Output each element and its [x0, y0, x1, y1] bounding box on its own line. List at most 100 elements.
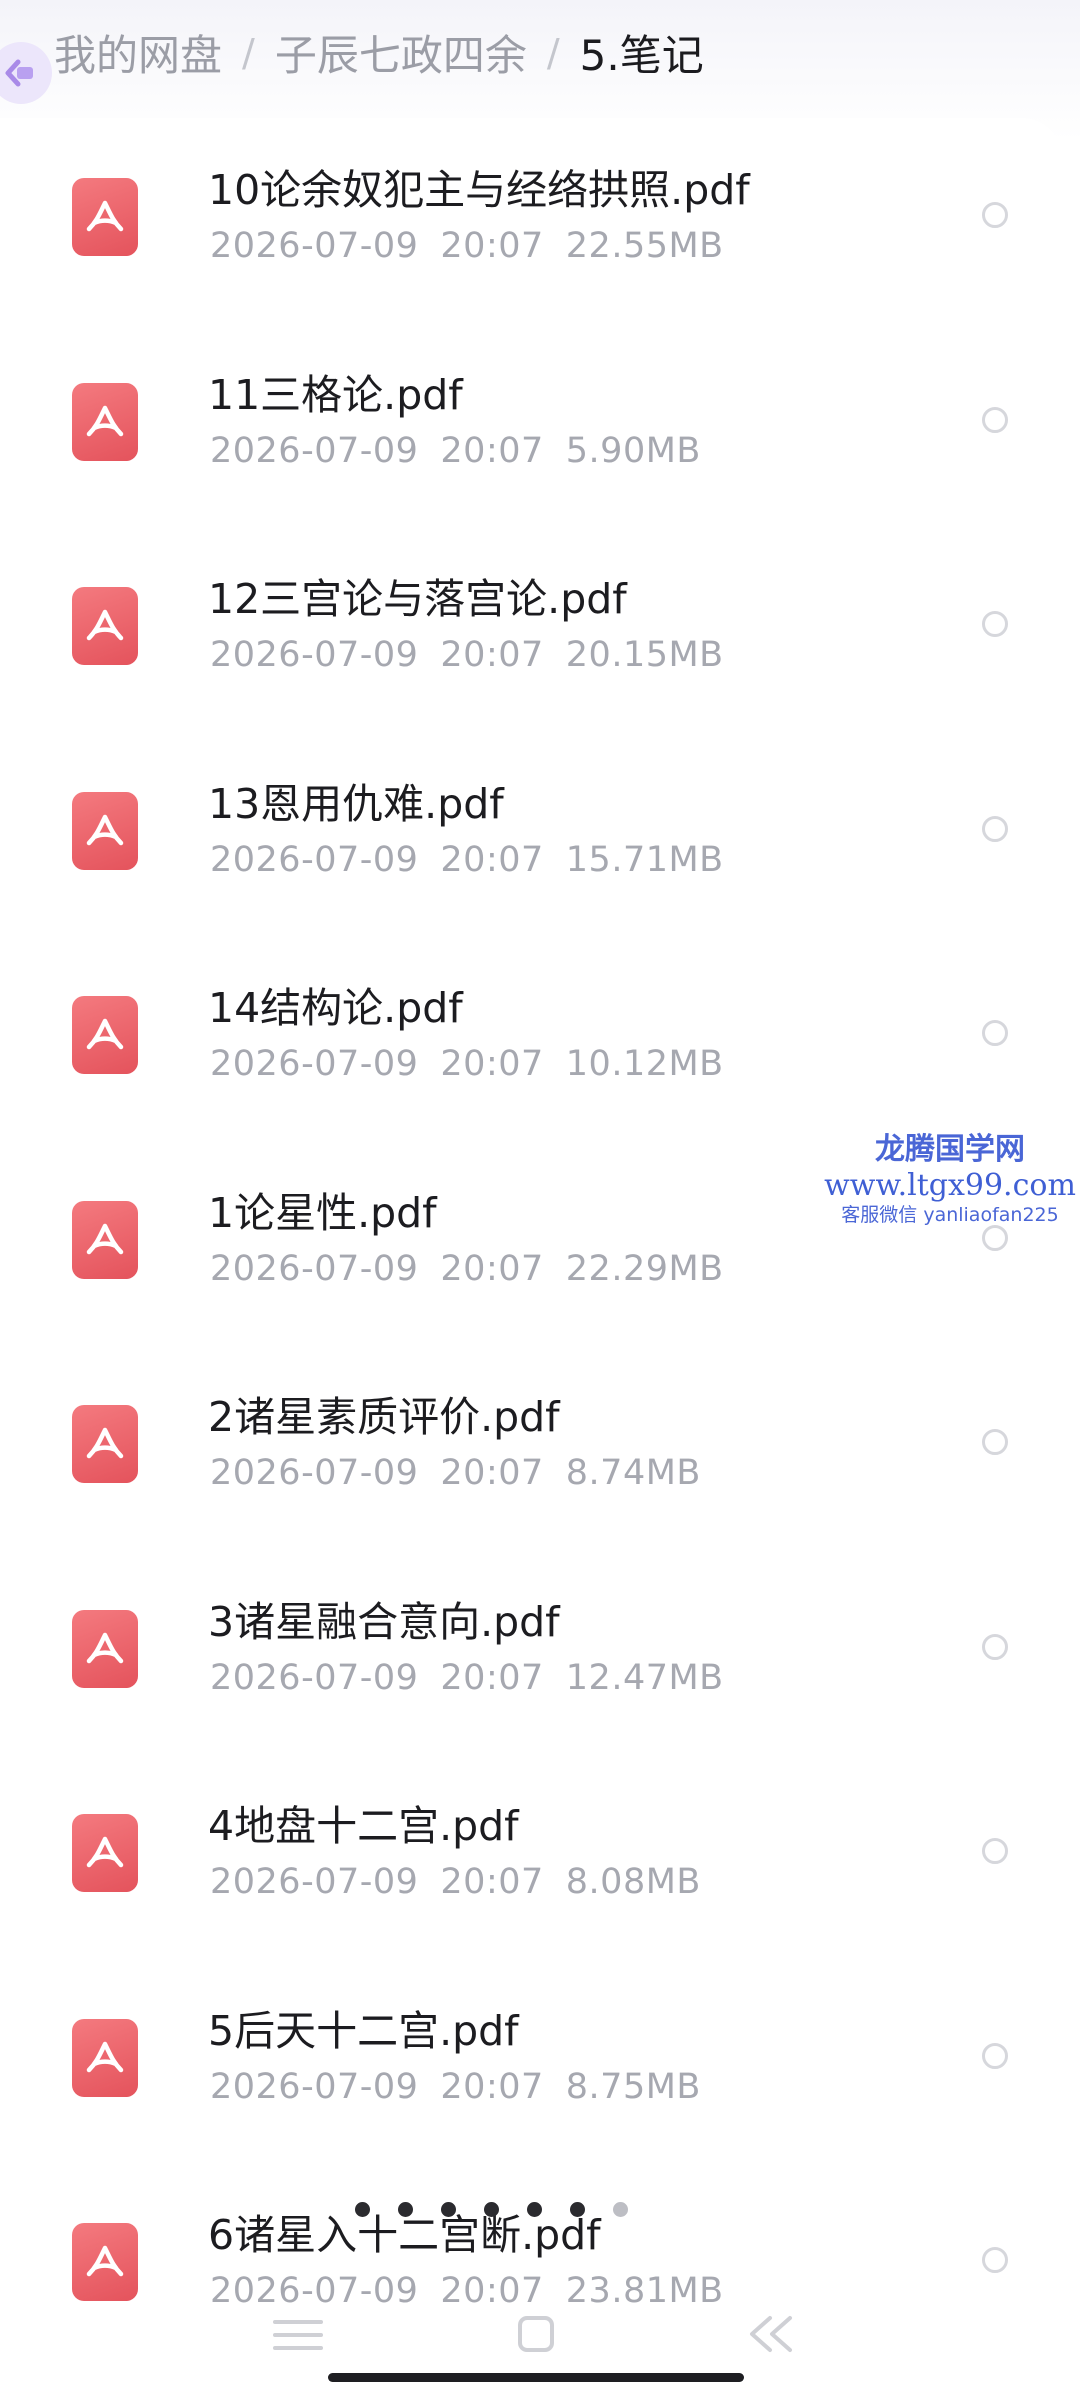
radio-circle-icon[interactable] [982, 1838, 1008, 1864]
back-arrow-icon[interactable] [0, 42, 52, 104]
file-date: 2026-07-09 [210, 2066, 419, 2107]
file-meta: 2026-07-09 20:07 12.47MB [210, 1658, 724, 1698]
pdf-icon [72, 791, 138, 870]
file-row[interactable]: 2诸星素质评价.pdf 2026-07-09 20:07 8.74MB [0, 1353, 1062, 1557]
watermark-url: www.ltgx99.com [824, 1168, 1076, 1203]
file-date: 2026-07-09 [210, 2271, 419, 2311]
radio-circle-icon[interactable] [982, 1633, 1008, 1660]
file-name: 13恩用仇难.pdf [208, 779, 504, 828]
file-browser-screen: 我的网盘 / 子辰七政四余 / 5.笔记 10论余奴犯主与经络拱照.pdf 202… [0, 0, 1080, 2400]
breadcrumb-current: 5.笔记 [579, 31, 704, 80]
file-name: 3诸星融合意向.pdf [208, 1597, 560, 1646]
file-name: 10论余奴犯主与经络拱照.pdf [208, 166, 750, 214]
file-name: 11三格论.pdf [208, 370, 463, 419]
file-date: 2026-07-09 [210, 635, 419, 675]
pdf-icon [72, 1405, 138, 1483]
file-date: 2026-07-09 [210, 226, 419, 266]
pdf-icon [72, 587, 138, 665]
breadcrumb-parent[interactable]: 子辰七政四余 [275, 22, 527, 83]
file-meta: 2026-07-09 20:07 22.55MB [210, 226, 724, 266]
file-size: 23.81MB [565, 2271, 724, 2311]
file-time: 20:07 [440, 1044, 544, 1084]
pdf-icon [72, 178, 138, 256]
file-time: 20:07 [440, 635, 544, 675]
page-indicator-dot [355, 2202, 370, 2217]
file-size: 12.47MB [565, 1657, 724, 1698]
file-name: 14结构论.pdf [208, 984, 463, 1032]
radio-circle-icon[interactable] [982, 202, 1008, 228]
radio-circle-icon[interactable] [982, 1020, 1008, 1046]
file-time: 20:07 [440, 430, 544, 471]
file-size: 8.08MB [565, 1862, 701, 1902]
file-date: 2026-07-09 [210, 1657, 419, 1698]
file-row[interactable]: 11三格论.pdf 2026-07-09 20:07 5.90MB [0, 331, 1062, 535]
file-size: 22.29MB [565, 1248, 724, 1289]
breadcrumb-separator: / [242, 30, 255, 75]
file-row[interactable]: 10论余奴犯主与经络拱照.pdf 2026-07-09 20:07 22.55MB [0, 126, 1062, 330]
file-size: 15.71MB [565, 839, 724, 880]
file-meta: 2026-07-09 20:07 23.81MB [210, 2271, 724, 2311]
file-size: 10.12MB [565, 1044, 724, 1084]
file-list-card: 10论余奴犯主与经络拱照.pdf 2026-07-09 20:07 22.55MB 11… [0, 118, 1062, 2400]
radio-circle-icon[interactable] [982, 611, 1008, 637]
page-indicator-dot [527, 2202, 542, 2217]
file-time: 20:07 [440, 226, 544, 266]
file-row[interactable]: 4地盘十二宫.pdf 2026-07-09 20:07 8.08MB [0, 1762, 1062, 1966]
file-row[interactable]: 14结构论.pdf 2026-07-09 20:07 10.12MB [0, 944, 1062, 1148]
file-meta: 2026-07-09 20:07 8.75MB [210, 2067, 701, 2107]
pdf-icon [72, 2018, 138, 2097]
radio-circle-icon[interactable] [982, 2042, 1008, 2069]
file-date: 2026-07-09 [210, 1453, 419, 1493]
back-icon[interactable] [740, 2310, 810, 2360]
pdf-icon [72, 382, 138, 461]
file-row[interactable]: 3诸星融合意向.pdf 2026-07-09 20:07 12.47MB [0, 1558, 1062, 1762]
file-date: 2026-07-09 [210, 1862, 419, 1902]
watermark: 龙腾国学网 www.ltgx99.com 客服微信 yanliaofan225 [820, 1132, 1080, 1227]
bottom-navigation [0, 2310, 1080, 2370]
page-indicator-dot [398, 2202, 413, 2217]
home-indicator-bar[interactable] [328, 2373, 744, 2382]
file-time: 20:07 [440, 2066, 544, 2107]
menu-icon[interactable] [265, 2310, 335, 2360]
file-meta: 2026-07-09 20:07 15.71MB [210, 840, 724, 880]
radio-circle-icon[interactable] [982, 2247, 1008, 2273]
page-indicator-dot [441, 2202, 456, 2217]
radio-circle-icon[interactable] [982, 406, 1008, 433]
pdf-icon [72, 1609, 138, 1688]
breadcrumb-root[interactable]: 我的网盘 [54, 22, 222, 83]
file-name: 2诸星素质评价.pdf [208, 1393, 560, 1441]
file-date: 2026-07-09 [210, 430, 419, 471]
watermark-contact: 客服微信 yanliaofan225 [841, 1204, 1059, 1226]
breadcrumb: 我的网盘 / 子辰七政四余 / 5.笔记 [0, 0, 1080, 110]
file-size: 22.55MB [565, 226, 724, 266]
file-size: 8.75MB [565, 2066, 701, 2107]
file-row[interactable]: 5后天十二宫.pdf 2026-07-09 20:07 8.75MB [0, 1967, 1062, 2171]
file-time: 20:07 [440, 839, 544, 880]
page-indicator-dot [613, 2202, 628, 2217]
pdf-icon [72, 1814, 138, 1892]
file-row[interactable]: 12三宫论与落宫论.pdf 2026-07-09 20:07 20.15MB [0, 535, 1062, 739]
file-size: 8.74MB [565, 1453, 701, 1493]
file-size: 20.15MB [565, 635, 724, 675]
file-date: 2026-07-09 [210, 1248, 419, 1289]
pdf-icon [72, 2223, 138, 2301]
file-meta: 2026-07-09 20:07 20.15MB [210, 635, 724, 675]
file-time: 20:07 [440, 1862, 544, 1902]
radio-circle-icon[interactable] [982, 1224, 1008, 1251]
file-date: 2026-07-09 [210, 839, 419, 880]
file-meta: 2026-07-09 20:07 8.08MB [210, 1862, 701, 1902]
page-indicator-dot [570, 2202, 585, 2217]
file-time: 20:07 [440, 1248, 544, 1289]
file-name: 12三宫论与落宫论.pdf [208, 575, 627, 623]
file-time: 20:07 [440, 1453, 544, 1493]
radio-circle-icon[interactable] [982, 1429, 1008, 1455]
file-meta: 2026-07-09 20:07 8.74MB [210, 1453, 701, 1493]
file-row[interactable]: 13恩用仇难.pdf 2026-07-09 20:07 15.71MB [0, 740, 1062, 944]
watermark-title: 龙腾国学网 [875, 1132, 1025, 1167]
file-meta: 2026-07-09 20:07 10.12MB [210, 1044, 724, 1084]
radio-circle-icon[interactable] [982, 815, 1008, 842]
pdf-icon [72, 996, 138, 1074]
page-indicator-dot [484, 2202, 499, 2217]
home-icon[interactable] [500, 2310, 570, 2360]
file-meta: 2026-07-09 20:07 5.90MB [210, 431, 701, 471]
